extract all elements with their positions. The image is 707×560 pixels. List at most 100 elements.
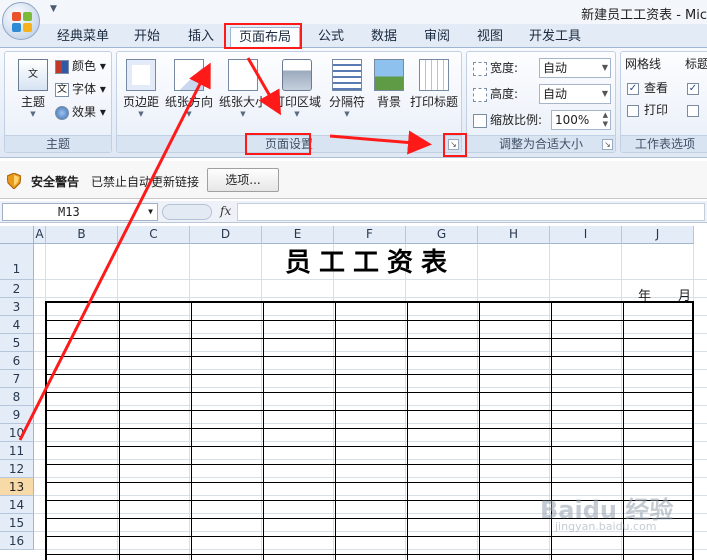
formula-bar-controls bbox=[162, 204, 212, 220]
table-row-border bbox=[47, 356, 692, 357]
color-palette-icon bbox=[55, 59, 69, 74]
height-icon bbox=[473, 87, 487, 102]
checkbox-unchecked-icon bbox=[687, 104, 699, 117]
checkbox-checked-icon: ✓ bbox=[627, 82, 639, 95]
formula-bar: M13 ▼ fx bbox=[0, 201, 707, 223]
office-button[interactable] bbox=[2, 2, 40, 40]
headings-view-checkbox[interactable]: ✓ bbox=[687, 78, 704, 98]
column-header[interactable]: F bbox=[334, 226, 406, 244]
table-column-border bbox=[191, 303, 192, 560]
size-button[interactable]: 纸张大小 ▼ bbox=[217, 55, 269, 121]
tab-insert[interactable]: 插入 bbox=[178, 27, 224, 48]
spinner-arrows-icon[interactable]: ▲ ▼ bbox=[603, 111, 608, 129]
select-all-corner[interactable] bbox=[0, 226, 34, 244]
column-header[interactable]: I bbox=[550, 226, 622, 244]
title-bar: ▼ 新建员工工资表 - Mic bbox=[0, 0, 707, 24]
row-header[interactable]: 16 bbox=[0, 532, 34, 550]
scale-spinner[interactable]: 100% ▲ ▼ bbox=[551, 110, 611, 130]
page-break-icon bbox=[332, 59, 362, 91]
print-titles-icon bbox=[419, 59, 449, 91]
width-select[interactable]: 自动 ▼ bbox=[539, 58, 611, 78]
row-header[interactable]: 7 bbox=[0, 370, 34, 388]
row-header[interactable]: 3 bbox=[0, 298, 34, 316]
margins-icon bbox=[126, 59, 156, 91]
breaks-button[interactable]: 分隔符 ▼ bbox=[325, 55, 369, 121]
name-box[interactable]: M13 ▼ bbox=[2, 203, 158, 221]
theme-effects-button[interactable]: 效果 ▾ bbox=[55, 102, 106, 122]
table-row-border bbox=[47, 428, 692, 429]
column-header[interactable]: A bbox=[34, 226, 46, 244]
gridline bbox=[34, 297, 707, 298]
row-header[interactable]: 2 bbox=[0, 280, 34, 298]
row-header[interactable]: 10 bbox=[0, 424, 34, 442]
group-label-themes: 主题 bbox=[5, 135, 111, 152]
gridlines-print-checkbox[interactable]: 打印 bbox=[627, 100, 668, 120]
chevron-down-icon[interactable]: ▼ bbox=[148, 204, 153, 220]
row-header[interactable]: 12 bbox=[0, 460, 34, 478]
table-column-border bbox=[335, 303, 336, 560]
scale-icon bbox=[473, 113, 487, 128]
row-header[interactable]: 14 bbox=[0, 496, 34, 514]
row-header[interactable]: 6 bbox=[0, 352, 34, 370]
formula-input[interactable] bbox=[237, 203, 705, 221]
theme-fonts-button[interactable]: 文字体 ▾ bbox=[55, 79, 106, 99]
window-title: 新建员工工资表 - Mic bbox=[581, 8, 707, 23]
table-column-border bbox=[479, 303, 480, 560]
column-header[interactable]: G bbox=[406, 226, 478, 244]
chevron-down-icon: ▼ bbox=[138, 110, 144, 118]
chevron-down-icon: ▼ bbox=[294, 110, 300, 118]
width-label: 宽度: bbox=[473, 58, 518, 78]
print-titles-button[interactable]: 打印标题 bbox=[407, 55, 461, 121]
tab-view[interactable]: 视图 bbox=[467, 27, 513, 48]
orientation-button[interactable]: 纸张方向 ▼ bbox=[163, 55, 215, 121]
column-header[interactable]: D bbox=[190, 226, 262, 244]
row-header[interactable]: 1 bbox=[0, 244, 34, 280]
row-header[interactable]: 11 bbox=[0, 442, 34, 460]
column-header[interactable]: E bbox=[262, 226, 334, 244]
highlight-page-setup-label bbox=[245, 133, 311, 155]
table-row-border bbox=[47, 320, 692, 321]
themes-button[interactable]: 文 主题 ▼ bbox=[7, 55, 59, 121]
security-warning-title: 安全警告 bbox=[31, 175, 80, 189]
group-scale-to-fit: 宽度: 自动 ▼ 高度: 自动 ▼ 缩放比例: 100% ▲ ▼ 调整为合适大小 ↘ bbox=[466, 51, 616, 153]
insert-function-button[interactable]: fx bbox=[220, 204, 231, 218]
row-header[interactable]: 5 bbox=[0, 334, 34, 352]
column-header[interactable]: B bbox=[46, 226, 118, 244]
column-header[interactable]: C bbox=[118, 226, 190, 244]
shield-icon bbox=[7, 173, 21, 189]
row-header[interactable]: 8 bbox=[0, 388, 34, 406]
quick-access-dropdown-icon[interactable]: ▼ bbox=[50, 4, 57, 14]
row-header[interactable]: 15 bbox=[0, 514, 34, 532]
row-header[interactable]: 9 bbox=[0, 406, 34, 424]
gridlines-view-checkbox[interactable]: ✓ 查看 bbox=[627, 78, 668, 98]
security-options-button[interactable]: 选项... bbox=[207, 168, 279, 192]
height-select[interactable]: 自动 ▼ bbox=[539, 84, 611, 104]
column-header[interactable]: J bbox=[622, 226, 694, 244]
table-row-border bbox=[47, 392, 692, 393]
tab-developer[interactable]: 开发工具 bbox=[522, 27, 588, 48]
headings-label: 标题 bbox=[685, 57, 707, 71]
margins-button[interactable]: 页边距 ▼ bbox=[119, 55, 163, 121]
headings-print-checkbox[interactable] bbox=[687, 100, 704, 120]
highlight-page-layout-tab bbox=[224, 23, 302, 49]
chevron-down-icon: ▼ bbox=[240, 110, 246, 118]
table-row-border bbox=[47, 338, 692, 339]
tab-home[interactable]: 开始 bbox=[124, 27, 170, 48]
column-header[interactable]: H bbox=[478, 226, 550, 244]
tab-classic-menu[interactable]: 经典菜单 bbox=[50, 27, 116, 48]
row-header[interactable]: 4 bbox=[0, 316, 34, 334]
print-area-button[interactable]: 打印区域 ▼ bbox=[271, 55, 323, 121]
effects-icon bbox=[55, 105, 69, 120]
tab-review[interactable]: 审阅 bbox=[414, 27, 460, 48]
security-warning-bar: 安全警告 已禁止自动更新链接 选项... bbox=[0, 161, 707, 199]
theme-colors-button[interactable]: 颜色 ▾ bbox=[55, 56, 106, 76]
tab-formulas[interactable]: 公式 bbox=[308, 27, 354, 48]
scale-dialog-launcher-icon[interactable]: ↘ bbox=[602, 139, 613, 150]
tab-data[interactable]: 数据 bbox=[361, 27, 407, 48]
printer-icon bbox=[282, 59, 312, 91]
background-button[interactable]: 背景 bbox=[369, 55, 409, 121]
row-header[interactable]: 13 bbox=[0, 478, 34, 496]
chevron-down-icon: ▼ bbox=[344, 110, 350, 118]
width-icon bbox=[473, 61, 487, 76]
table-row-border bbox=[47, 374, 692, 375]
